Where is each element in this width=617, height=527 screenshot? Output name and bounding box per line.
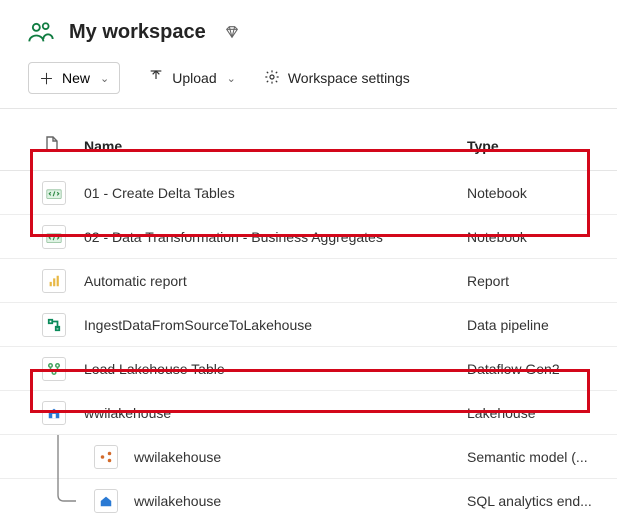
item-type: Notebook: [467, 185, 617, 201]
table-row[interactable]: 01 - Create Delta Tables Notebook: [0, 171, 617, 215]
workspace-settings-button[interactable]: Workspace settings: [264, 69, 410, 88]
upload-label: Upload: [172, 70, 216, 86]
item-type: Dataflow Gen2: [467, 361, 617, 377]
plus-icon: ＋: [39, 68, 54, 89]
item-name: Automatic report: [84, 273, 467, 289]
item-name: IngestDataFromSourceToLakehouse: [84, 317, 467, 333]
sql-endpoint-icon: [94, 489, 118, 513]
notebook-icon: [42, 225, 66, 249]
chevron-down-icon: ⌄: [100, 72, 109, 85]
chevron-down-icon: ⌄: [227, 72, 236, 85]
table-row[interactable]: wwilakehouse Lakehouse: [0, 391, 617, 435]
column-header-name[interactable]: Name: [84, 138, 467, 154]
premium-diamond-icon: [224, 24, 240, 40]
table-row[interactable]: wwilakehouse Semantic model (...: [0, 435, 617, 479]
settings-label: Workspace settings: [288, 70, 410, 86]
dataflow-icon: [42, 357, 66, 381]
table-row[interactable]: Automatic report Report: [0, 259, 617, 303]
workspace-people-icon: [27, 18, 55, 46]
tree-connector: [52, 435, 78, 523]
new-button-label: New: [62, 70, 90, 86]
table-row[interactable]: wwilakehouse SQL analytics end...: [0, 479, 617, 523]
item-name: wwilakehouse: [84, 405, 467, 421]
table-row[interactable]: IngestDataFromSourceToLakehouse Data pip…: [0, 303, 617, 347]
item-name: Load Lakehouse Table: [84, 361, 467, 377]
pipeline-icon: [42, 313, 66, 337]
column-header-artifact-icon: [0, 136, 84, 155]
item-type: Semantic model (...: [467, 449, 617, 465]
item-type: SQL analytics end...: [467, 493, 617, 509]
lakehouse-icon: [42, 401, 66, 425]
workspace-title: My workspace: [69, 21, 206, 44]
item-type: Data pipeline: [467, 317, 617, 333]
item-name: wwilakehouse: [134, 493, 467, 509]
column-header-type[interactable]: Type: [467, 138, 617, 154]
upload-icon: [148, 69, 164, 88]
report-icon: [42, 269, 66, 293]
item-type: Report: [467, 273, 617, 289]
gear-icon: [264, 69, 280, 88]
item-name: 01 - Create Delta Tables: [84, 185, 467, 201]
table-row[interactable]: 02 - Data Transformation - Business Aggr…: [0, 215, 617, 259]
new-button[interactable]: ＋ New ⌄: [28, 62, 120, 94]
table-row[interactable]: Load Lakehouse Table Dataflow Gen2: [0, 347, 617, 391]
item-type: Notebook: [467, 229, 617, 245]
notebook-icon: [42, 181, 66, 205]
item-name: 02 - Data Transformation - Business Aggr…: [84, 229, 467, 245]
item-name: wwilakehouse: [134, 449, 467, 465]
item-type: Lakehouse: [467, 405, 617, 421]
semantic-model-icon: [94, 445, 118, 469]
upload-button[interactable]: Upload ⌄: [148, 69, 236, 88]
